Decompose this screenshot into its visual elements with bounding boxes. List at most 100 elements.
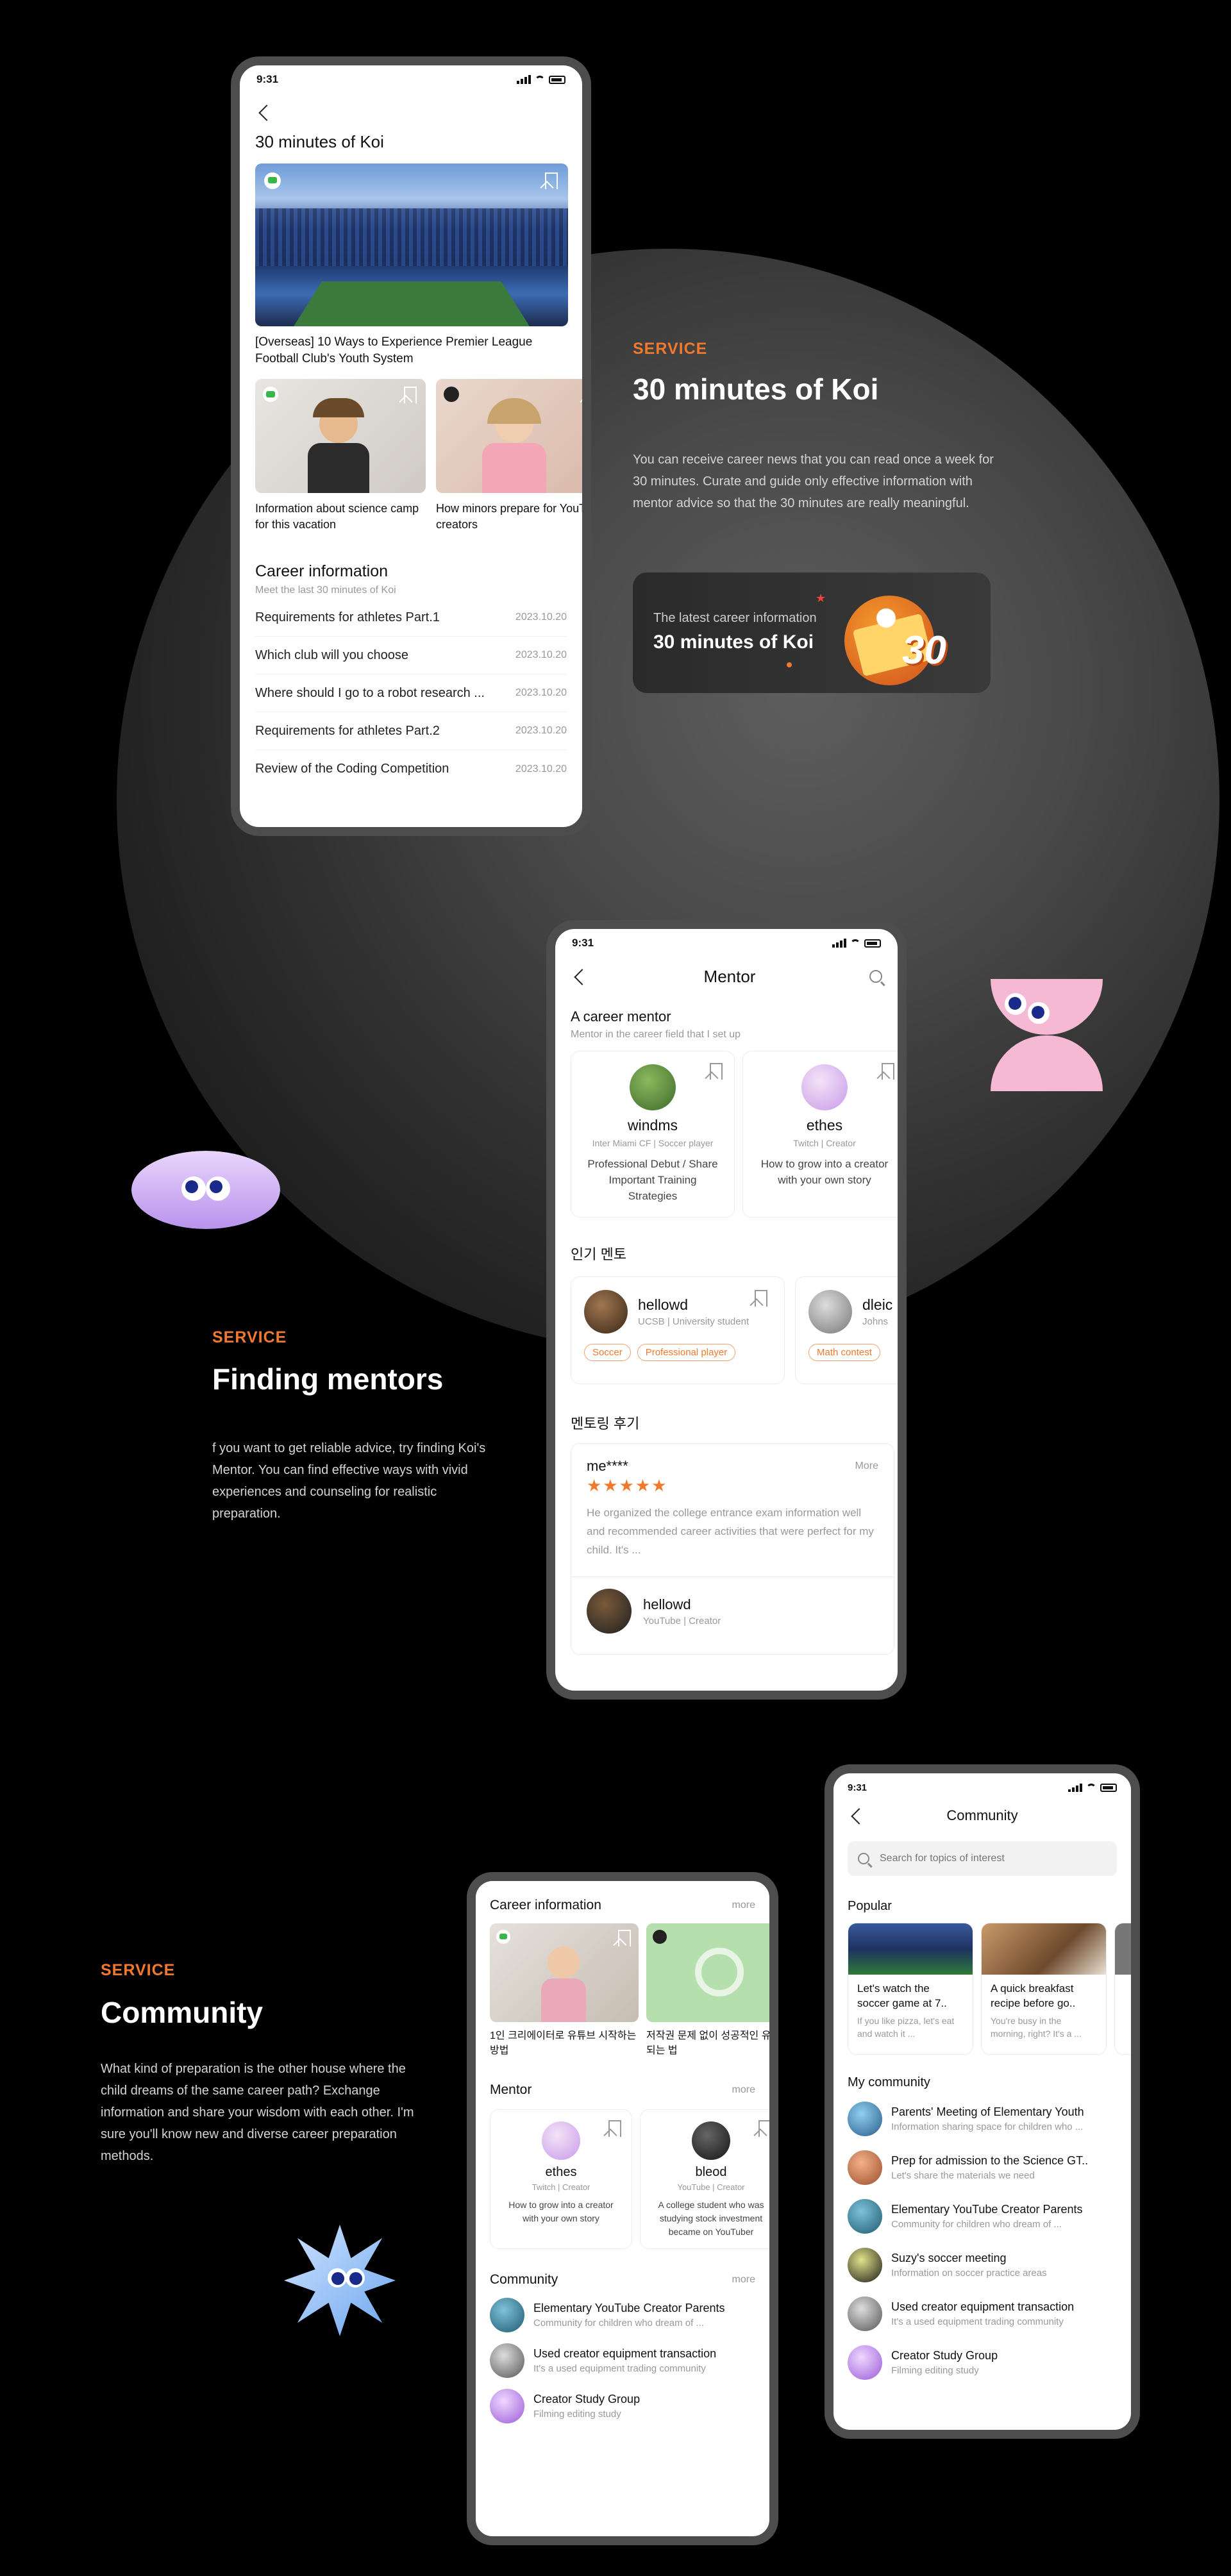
- battery-icon: [1100, 1783, 1117, 1792]
- popular-mentor-card[interactable]: dleic Johns Math contest: [795, 1276, 898, 1384]
- card-subtitle: You're busy in the morning, right? It's …: [991, 2016, 1082, 2039]
- item-title: Requirements for athletes Part.2: [255, 723, 440, 738]
- avatar: [848, 2199, 882, 2234]
- more-link[interactable]: More: [855, 1460, 878, 1472]
- popular-carousel[interactable]: Let's watch the soccer game at 7.. If yo…: [848, 1923, 1131, 2055]
- popular-card[interactable]: A quick breakfast recipe before go.. You…: [981, 1923, 1107, 2055]
- list-item[interactable]: Creator Study Group Filming editing study: [848, 2345, 1117, 2380]
- popular-mentor-card[interactable]: hellowd UCSB | University student Soccer …: [571, 1276, 785, 1384]
- featured-image[interactable]: [255, 163, 568, 326]
- popular-carousel[interactable]: hellowd UCSB | University student Soccer …: [571, 1276, 898, 1384]
- career-carousel[interactable]: 1인 크리에이터로 유튜브 시작하는 방법 저작권 문제 없이 성공적인 유튜버…: [490, 1923, 769, 2058]
- status-bar: 9:31: [240, 65, 582, 94]
- item-title: Creator Study Group: [891, 2349, 998, 2362]
- news-card[interactable]: Information about science camp for this …: [255, 379, 426, 533]
- mentor-card[interactable]: bleod YouTube | Creator A college studen…: [640, 2109, 769, 2249]
- search-icon: [858, 1853, 869, 1864]
- popular-card[interactable]: Let's watch the soccer game at 7.. If yo…: [848, 1923, 973, 2055]
- avatar: [848, 2248, 882, 2282]
- list-item[interactable]: Creator Study Group Filming editing study: [490, 2389, 755, 2423]
- mentor-desc: How to grow into a creator with your own…: [508, 2200, 614, 2223]
- list-item[interactable]: Where should I go to a robot research ..…: [255, 674, 567, 712]
- card-image: [436, 379, 589, 493]
- popular-heading: Popular: [848, 1899, 892, 1913]
- phone-mentor: 9:31 Mentor A career mentor Mentor in th…: [546, 920, 907, 1700]
- purple-leaf-character: [131, 1151, 280, 1229]
- career-heading: Career information: [255, 562, 389, 580]
- battery-icon: [549, 75, 565, 84]
- page-title: Community: [946, 1807, 1018, 1823]
- card-caption: 1인 크리에이터로 유튜브 시작하는 방법: [490, 2030, 637, 2056]
- bookmark-icon[interactable]: [618, 1930, 631, 1946]
- item-title: Suzy's soccer meeting: [891, 2252, 1007, 2264]
- card-title: Let's watch the soccer game at 7..: [857, 1982, 947, 2009]
- bookmark-icon[interactable]: [882, 1063, 894, 1080]
- item-title: Parents' Meeting of Elementary Youth: [891, 2105, 1084, 2118]
- career-list: Requirements for athletes Part.1 2023.10.…: [255, 599, 567, 788]
- bookmark-icon[interactable]: [404, 387, 417, 403]
- search-icon[interactable]: [869, 970, 882, 983]
- mentor-card[interactable]: ethes Twitch | Creator How to grow into …: [742, 1051, 898, 1217]
- list-item[interactable]: Elementary YouTube Creator Parents Commun…: [490, 2298, 755, 2332]
- item-date: 2023.10.20: [515, 687, 567, 698]
- item-title: Used creator equipment transaction: [533, 2347, 717, 2360]
- card-title: A quick breakfast recipe before go..: [991, 1982, 1076, 2009]
- bookmark-icon[interactable]: [710, 1063, 723, 1080]
- more-link[interactable]: more: [732, 1900, 755, 1911]
- avatar: [490, 2298, 524, 2332]
- back-icon[interactable]: [571, 967, 590, 986]
- status-time: 9:31: [848, 1782, 867, 1793]
- list-item[interactable]: Review of the Coding Competition 2023.10.…: [255, 750, 567, 788]
- bookmark-icon[interactable]: [608, 2120, 621, 2137]
- wifi-icon: [1086, 1784, 1096, 1791]
- my-community-heading: My community: [848, 2075, 930, 2089]
- card-image: [490, 1923, 639, 2022]
- career-mentor-subheading: Mentor in the career field that I set up: [571, 1029, 741, 1040]
- list-item[interactable]: Parents' Meeting of Elementary Youth Info…: [848, 2102, 1117, 2136]
- mentor-card[interactable]: windms Inter Miami CF | Soccer player Pr…: [571, 1051, 735, 1217]
- review-card[interactable]: me**** More ★★★★★ He organized the colleg…: [571, 1443, 894, 1655]
- search-input[interactable]: [880, 1853, 1098, 1864]
- news-card[interactable]: 1인 크리에이터로 유튜브 시작하는 방법: [490, 1923, 639, 2058]
- avatar: [848, 2150, 882, 2185]
- phone-community: 9:31 Community Popular Let's watch the s…: [825, 1764, 1140, 2439]
- bookmark-icon[interactable]: [755, 1290, 767, 1307]
- more-link[interactable]: more: [732, 2274, 755, 2286]
- back-icon[interactable]: [255, 103, 274, 122]
- career-banner[interactable]: The latest career information 30 minutes…: [633, 573, 991, 693]
- chat-badge-icon: [496, 1930, 510, 1944]
- search-bar[interactable]: [848, 1841, 1117, 1876]
- list-item[interactable]: Elementary YouTube Creator Parents Commun…: [848, 2199, 1117, 2234]
- mentor-carousel[interactable]: windms Inter Miami CF | Soccer player Pr…: [571, 1051, 898, 1217]
- list-item[interactable]: Which club will you choose 2023.10.20: [255, 637, 567, 674]
- item-title: Where should I go to a robot research ..…: [255, 685, 485, 700]
- card-image: [982, 1923, 1106, 1975]
- list-item[interactable]: Used creator equipment transaction It's a…: [848, 2296, 1117, 2331]
- popular-card[interactable]: [1114, 1923, 1131, 2055]
- bookmark-icon[interactable]: [545, 172, 558, 189]
- tag: Soccer: [584, 1344, 631, 1361]
- mentor-card[interactable]: ethes Twitch | Creator How to grow into …: [490, 2109, 632, 2249]
- list-item[interactable]: Used creator equipment transaction It's a…: [490, 2343, 755, 2378]
- bookmark-icon[interactable]: [758, 2120, 769, 2137]
- item-title: Elementary YouTube Creator Parents: [891, 2203, 1083, 2216]
- mentor-carousel[interactable]: ethes Twitch | Creator How to grow into …: [490, 2109, 769, 2249]
- card-carousel[interactable]: Information about science camp for this …: [255, 379, 589, 533]
- item-subtitle: It's a used equipment trading community: [533, 2363, 706, 2374]
- news-card[interactable]: How minors prepare for YouTube creators: [436, 379, 589, 533]
- list-item[interactable]: Requirements for athletes Part.1 2023.10.…: [255, 599, 567, 637]
- item-subtitle: Filming editing study: [533, 2409, 621, 2420]
- list-item[interactable]: Suzy's soccer meeting Information on socc…: [848, 2248, 1117, 2282]
- news-card[interactable]: 저작권 문제 없이 성공적인 유튜버 되는 법: [646, 1923, 769, 2058]
- career-heading: Career information: [490, 1898, 601, 1912]
- featured-caption[interactable]: [Overseas] 10 Ways to Experience Premier…: [255, 334, 567, 367]
- avatar: [584, 1290, 628, 1334]
- item-subtitle: Filming editing study: [891, 2365, 979, 2376]
- more-link[interactable]: more: [732, 2084, 755, 2096]
- banner-title: 30 minutes of Koi: [653, 631, 814, 653]
- section-title: Community: [101, 1996, 263, 2029]
- bookmark-icon[interactable]: [585, 387, 589, 403]
- list-item[interactable]: Requirements for athletes Part.2 2023.10.…: [255, 712, 567, 750]
- list-item[interactable]: Prep for admission to the Science GT.. Le…: [848, 2150, 1117, 2185]
- card-caption: How minors prepare for YouTube creators: [436, 502, 589, 531]
